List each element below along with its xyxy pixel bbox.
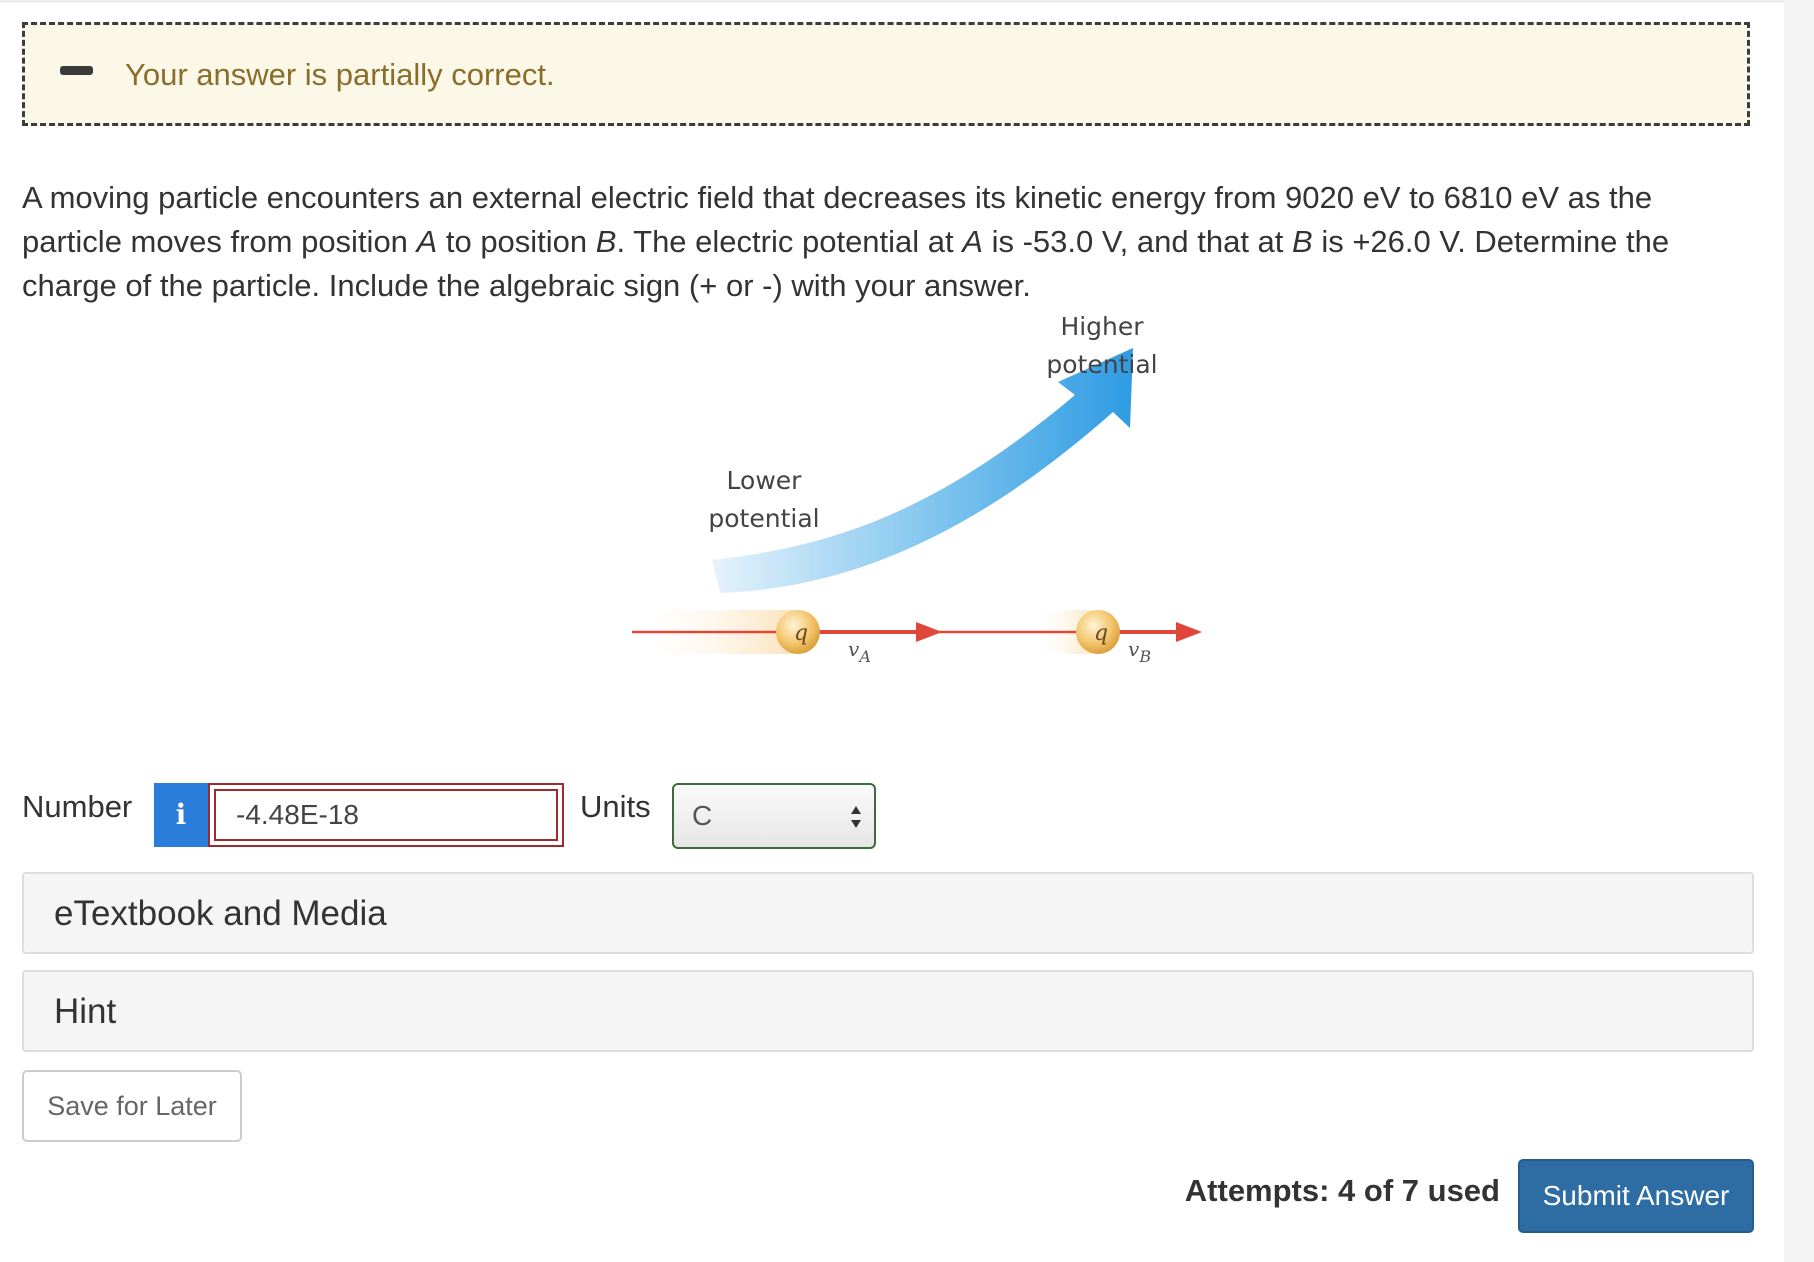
question-page: Your answer is partially correct. A movi…: [0, 0, 1814, 1262]
select-arrows-icon: [851, 806, 861, 828]
number-label: Number: [22, 789, 133, 824]
etextbook-media-title: eTextbook and Media: [54, 894, 387, 933]
higher-potential-label: Higher potential: [1046, 312, 1158, 379]
position-a: A: [416, 224, 438, 259]
question-segment: . The electric potential at: [616, 224, 963, 259]
units-select[interactable]: C: [672, 783, 876, 849]
question-segment: to position: [437, 224, 596, 259]
position-a: A: [962, 224, 983, 259]
charge-label-a: q: [794, 621, 808, 646]
velocity-b-label: vB: [1128, 637, 1151, 666]
hint-panel[interactable]: Hint: [22, 970, 1754, 1052]
top-divider: [0, 0, 1814, 3]
info-icon[interactable]: i: [154, 783, 208, 847]
position-b: B: [1292, 224, 1313, 259]
question-segment: is -53.0 V, and that at: [982, 224, 1293, 259]
question-text: A moving particle encounters an external…: [22, 176, 1722, 308]
save-for-later-button[interactable]: Save for Later: [22, 1070, 242, 1142]
hint-title: Hint: [54, 992, 117, 1031]
etextbook-media-panel[interactable]: eTextbook and Media: [22, 872, 1754, 954]
minus-icon: [60, 66, 93, 75]
position-b: B: [595, 224, 617, 259]
velocity-a-arrowhead: [916, 622, 942, 642]
units-selected-value: C: [692, 800, 713, 831]
submit-answer-button[interactable]: Submit Answer: [1518, 1159, 1754, 1233]
potential-diagram: q q vA vB Higher potential Lower potenti…: [620, 300, 1220, 680]
velocity-a-label: vA: [848, 637, 871, 666]
feedback-message: Your answer is partially correct.: [125, 57, 555, 92]
attempts-counter: Attempts: 4 of 7 used: [1184, 1173, 1500, 1208]
number-input[interactable]: [208, 783, 564, 847]
right-gutter: [1784, 0, 1814, 1262]
feedback-banner: Your answer is partially correct.: [22, 22, 1750, 126]
units-label: Units: [580, 789, 651, 824]
lower-potential-label: Lower potential: [708, 466, 820, 533]
velocity-b-arrowhead: [1176, 622, 1202, 642]
charge-label-b: q: [1094, 621, 1108, 646]
